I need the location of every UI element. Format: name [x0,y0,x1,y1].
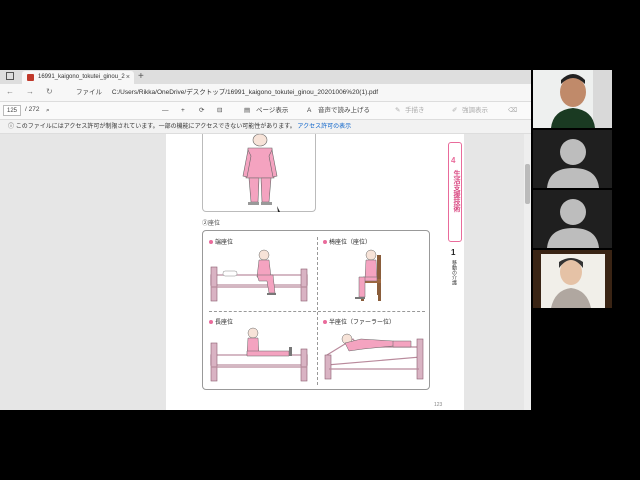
participant-video-3[interactable] [533,190,612,248]
page-view-icon: ▤ [244,107,251,114]
new-tab-button[interactable]: + [138,70,144,84]
participant-video-host[interactable] [533,70,612,128]
figure-caption: ②座位 [202,221,221,227]
scrollbar-thumb[interactable] [525,164,530,204]
pdf-toolbar: 125 / 272 ⌕ — + ⟳ ⊟ ▤ ページ表示 A 音声で読み上げる ✎… [0,102,531,120]
draw-button[interactable]: 手描き [405,105,425,116]
host-avatar [533,70,612,128]
page-number: 123 [434,402,443,408]
forward-icon[interactable]: → [26,87,34,96]
pdf-icon [27,74,34,81]
default-user-icon [547,139,599,188]
participant-avatar [533,250,612,308]
long-sitting-illustration [210,327,308,382]
section-number: 1 [451,248,456,257]
tab-pdf[interactable]: 16991_kaigono_tokutei_ginou_2 × [22,71,134,84]
notice-info-icon: ⓘ [8,124,15,130]
browser-window: 16991_kaigono_tokutei_ginou_2 × + ← → ↻ … [0,70,531,410]
pdf-page: ②座位 端座位 椅座位（座位） 長座位 半座位（ファーラー位） 4 生活支援技術… [166,133,464,410]
search-icon[interactable]: ⌕ [46,105,50,116]
url-text: C:/Users/Rikka/OneDrive/デスクトップ/16991_kai… [111,89,379,96]
tab-title: 16991_kaigono_tokutei_ginou_2 [38,74,125,80]
semi-sitting-illustration [324,333,424,380]
eraser-icon[interactable]: ⌫ [508,105,517,116]
address-bar: ← → ↻ ファイル C:/Users/Rikka/OneDrive/デスクトッ… [0,84,531,102]
highlight-button[interactable]: 強調表示 [462,105,488,116]
permission-notice: ⓘ このファイルにはアクセス許可が制限されています。一部の機能にアクセスできない… [0,120,531,134]
notice-text: このファイルにはアクセス許可が制限されています。一部の機能にアクセスできない可能… [15,124,296,130]
standing-person-illustration [242,133,280,212]
highlight-icon: ✐ [452,107,458,114]
page-total: / 272 [25,106,40,113]
read-aloud-icon: A [307,107,312,114]
default-user-icon [547,199,599,248]
chair-sitting-illustration [355,249,381,301]
page-number-input[interactable]: 125 [3,105,21,116]
url-field[interactable]: ファイル C:/Users/Rikka/OneDrive/デスクトップ/1699… [64,87,519,99]
permission-link[interactable]: アクセス許可の表示 [297,124,351,130]
chapter-side-tab: 4 生活支援技術 1 移動の介護 [448,142,462,290]
fit-page-icon[interactable]: ⊟ [217,105,222,116]
video-participants-panel [531,70,640,410]
reload-icon[interactable]: ↻ [46,87,53,96]
rotate-icon[interactable]: ⟳ [199,105,204,116]
edge-sitting-illustration [210,249,308,302]
chapter-title: 生活支援技術 [453,170,460,212]
pdf-viewer: ②座位 端座位 椅座位（座位） 長座位 半座位（ファーラー位） 4 生活支援技術… [0,133,531,410]
tab-bar: 16991_kaigono_tokutei_ginou_2 × + [0,70,531,84]
standing-figure-panel [202,133,316,212]
read-aloud-button[interactable]: 音声で読み上げる [318,105,370,116]
letterbox-top [0,0,640,70]
sitting-positions-figure: 端座位 椅座位（座位） 長座位 半座位（ファーラー位） [202,230,430,390]
letterbox-bottom [0,410,640,480]
chapter-number: 4 [451,156,456,165]
zoom-out-button[interactable]: — [162,105,169,116]
zoom-in-button[interactable]: + [181,105,185,116]
back-icon[interactable]: ← [6,87,14,96]
window-menu-icon[interactable] [6,72,14,80]
section-title: 移動の介護 [451,260,457,285]
tab-close-icon[interactable]: × [126,71,130,84]
vertical-scrollbar[interactable] [524,134,531,410]
grid-divider-horizontal [209,311,425,312]
participant-video-2[interactable] [533,130,612,188]
participant-video-4[interactable] [533,250,612,308]
draw-icon: ✎ [395,107,401,114]
file-label: ファイル [76,89,102,96]
page-view-button[interactable]: ページ表示 [256,105,288,116]
